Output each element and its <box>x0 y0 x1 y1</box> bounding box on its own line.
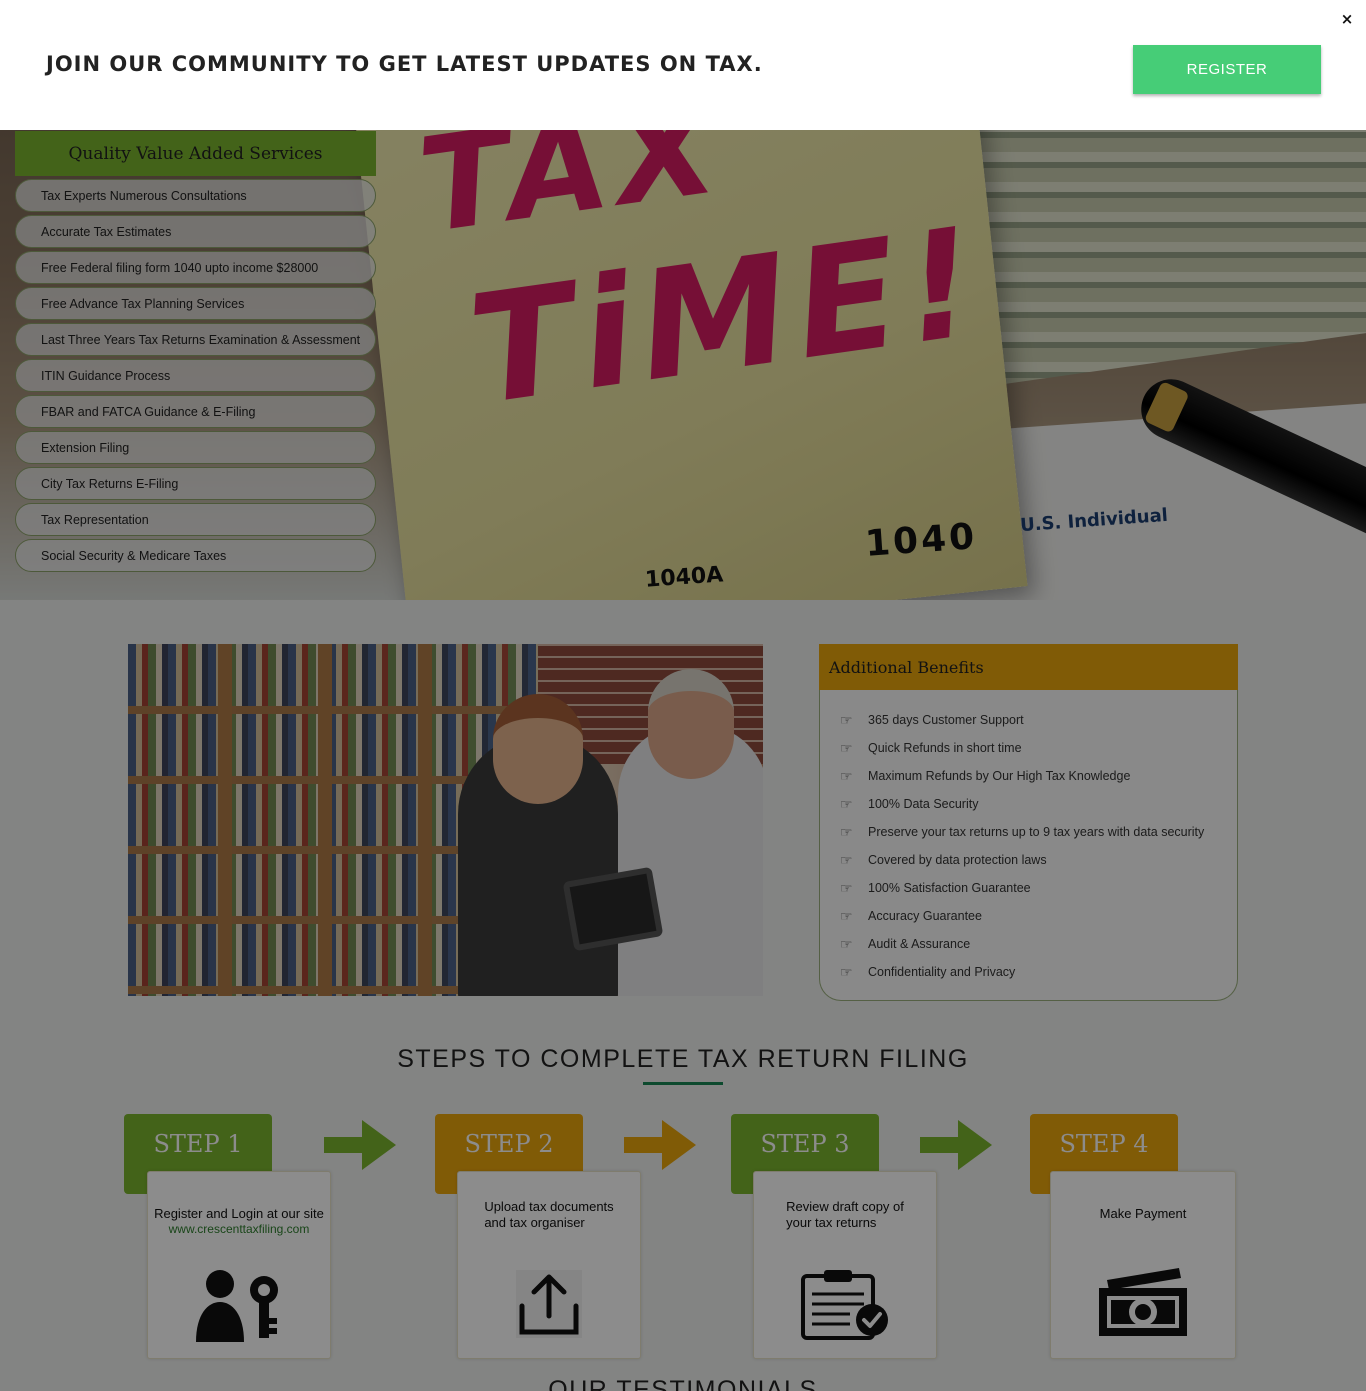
subscribe-popup: JOIN OUR COMMUNITY TO GET LATEST UPDATES… <box>0 0 1366 130</box>
register-button[interactable]: REGISTER <box>1133 45 1321 94</box>
close-icon[interactable]: × <box>1337 9 1357 29</box>
popup-message: JOIN OUR COMMUNITY TO GET LATEST UPDATES… <box>46 52 763 76</box>
modal-backdrop[interactable] <box>0 0 1366 1391</box>
